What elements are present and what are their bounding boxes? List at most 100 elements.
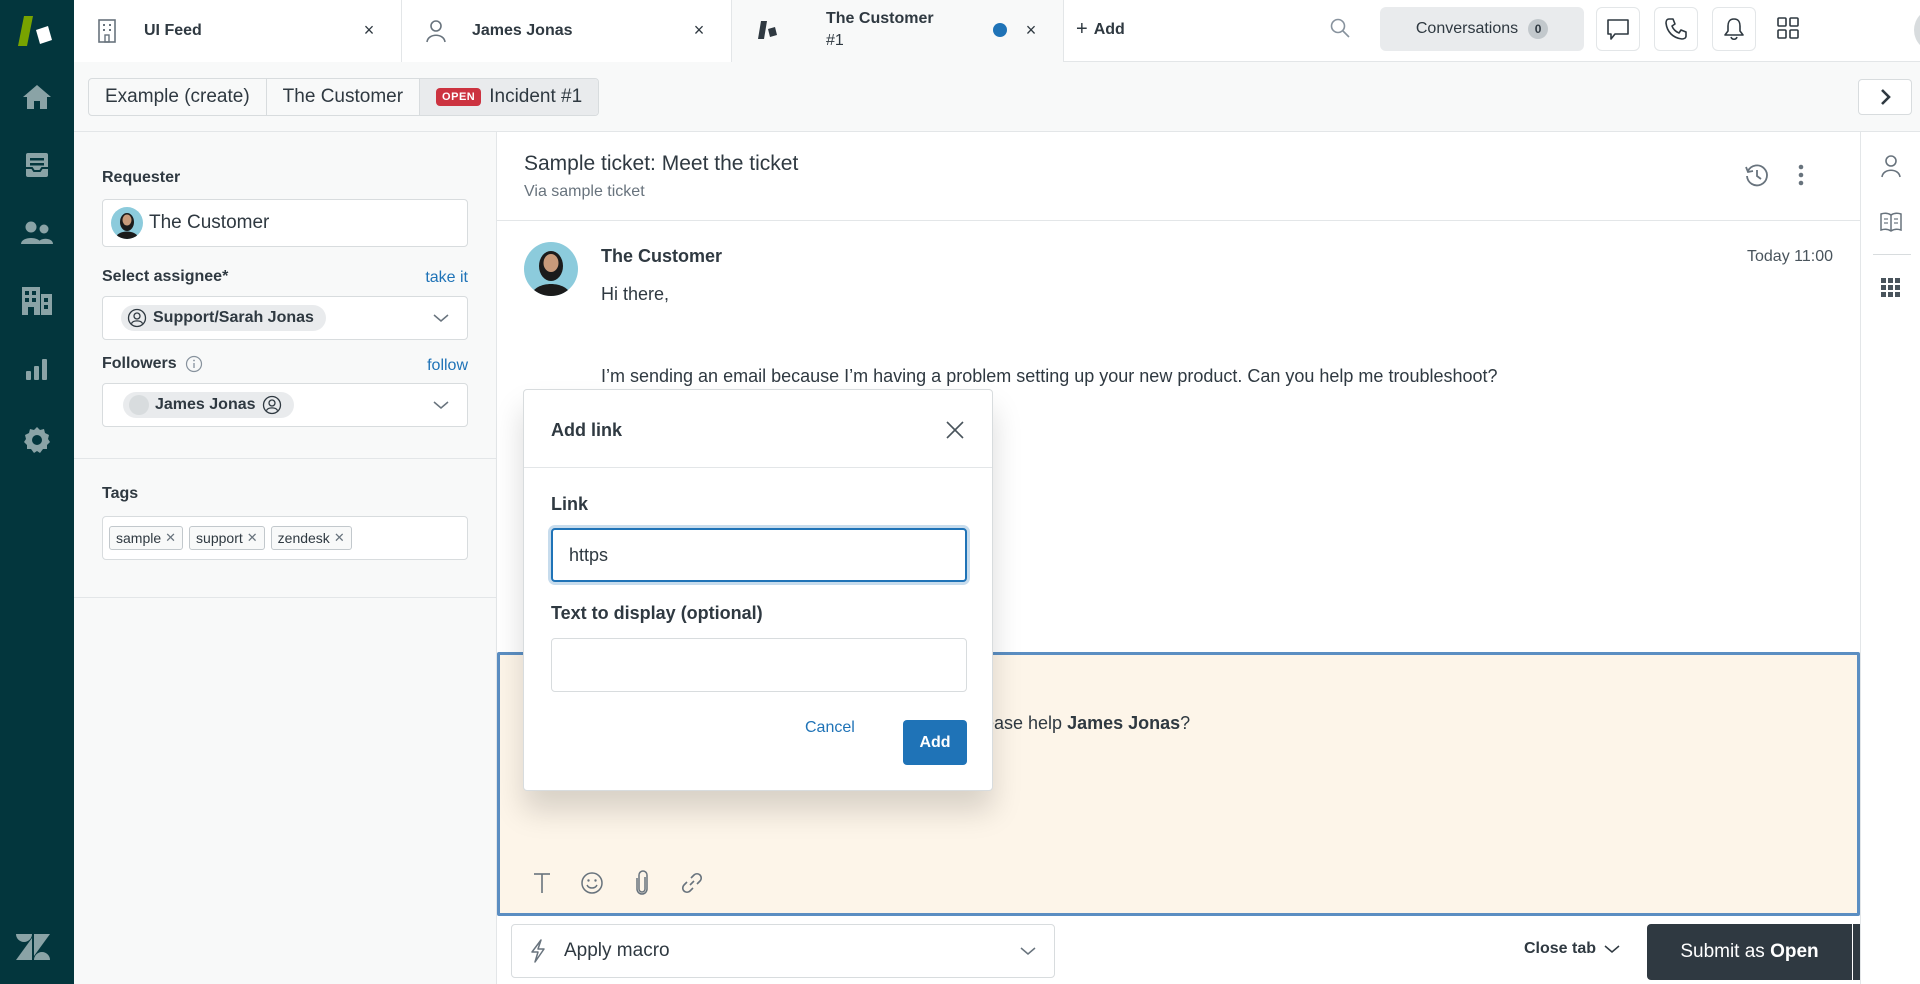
knowledge-button[interactable] [1861,202,1920,242]
chevron-down-icon [433,400,449,410]
history-icon[interactable] [1744,163,1770,189]
close-tab-icon[interactable]: × [689,20,709,40]
nav-home[interactable] [0,72,74,122]
chevron-down-icon [433,313,449,323]
follow-link[interactable]: follow [427,357,468,375]
tag-item: sample ✕ [109,526,184,550]
link-input[interactable] [551,528,967,582]
tab-label: James Jonas [472,22,573,39]
assignee-value: Support/Sarah Jonas [153,309,314,326]
chevron-down-icon [1020,946,1036,956]
next-button[interactable] [1858,79,1912,115]
tab-james-jonas[interactable]: James Jonas × [402,0,732,62]
breadcrumb-item-organization[interactable]: Example (create) [89,79,267,115]
message-author-avatar[interactable] [524,242,578,296]
chat-button[interactable] [1596,7,1640,51]
views-icon [24,151,50,179]
info-icon[interactable] [185,355,203,373]
display-text-label: Text to display (optional) [551,603,763,623]
nav-reporting[interactable] [0,344,74,394]
apps-grid-icon[interactable] [1776,16,1800,40]
add-link-modal: Add link Link Text to display (optional)… [523,389,993,791]
requester-avatar [111,207,143,239]
ticket-footer: Apply macro Close tab Submit as Open [497,916,1905,984]
display-text-input[interactable] [551,638,967,692]
followers-label-text: Followers [102,355,177,372]
close-tab-dropdown[interactable]: Close tab [1524,940,1620,958]
tag-label: zendesk [277,530,330,546]
breadcrumb-item-ticket[interactable]: OPEN Incident #1 [420,79,599,115]
remove-tag-icon[interactable]: ✕ [165,530,176,546]
add-label: Add [1093,20,1125,38]
modal-title: Add link [551,420,622,440]
follower-name: James Jonas [155,396,256,413]
bell-icon [1722,17,1746,41]
tab-ui-feed[interactable]: UI Feed × [74,0,402,62]
breadcrumb-ticket-label: Incident #1 [489,86,583,107]
apps-grid-icon [1881,278,1901,298]
assignee-label: Select assignee* [102,268,229,285]
nav-views[interactable] [0,140,74,190]
conversations-button[interactable]: Conversations 0 [1380,7,1584,51]
section-divider [74,597,497,598]
requester-field[interactable]: The Customer [102,199,468,247]
status-badge: OPEN [436,88,482,106]
tab-the-customer[interactable]: The Customer #1 × [732,0,1064,62]
tags-label: Tags [102,485,139,502]
phone-button[interactable] [1654,7,1698,51]
close-tab-icon[interactable]: × [359,20,379,40]
ticket-title[interactable]: Sample ticket: Meet the ticket [524,152,798,176]
product-logo-icon[interactable] [14,12,60,48]
nav-admin[interactable] [0,415,74,465]
search-icon[interactable] [1329,17,1351,39]
more-options-icon[interactable] [1797,163,1805,187]
add-link-button[interactable]: Add [903,720,967,765]
close-tab-label: Close tab [1524,940,1597,957]
conversations-count-badge: 0 [1528,19,1549,39]
followers-select[interactable]: James Jonas [102,383,468,427]
chevron-down-icon [1604,944,1620,954]
message-greeting: Hi there, [601,284,670,304]
ticket-header: Sample ticket: Meet the ticket Via sampl… [497,132,1860,221]
message-author[interactable]: The Customer [601,246,722,267]
user-circle-icon [127,308,147,328]
link-icon[interactable] [678,869,706,897]
nav-organizations[interactable] [0,276,74,326]
zendesk-logo-icon [14,932,52,962]
section-divider [74,458,497,459]
cancel-button[interactable]: Cancel [805,719,855,737]
remove-tag-icon[interactable]: ✕ [334,530,345,546]
message-timestamp: Today 11:00 [1747,248,1833,265]
phone-icon [1664,17,1688,41]
link-label: Link [551,494,589,514]
apps-panel-button[interactable] [1861,268,1920,308]
close-tab-icon[interactable]: × [1021,20,1041,40]
context-panel-rail [1860,132,1920,984]
tag-item: zendesk ✕ [270,526,352,550]
remove-tag-icon[interactable]: ✕ [247,530,258,546]
breadcrumb: Example (create) The Customer OPEN Incid… [88,78,600,116]
submit-button[interactable]: Submit as Open [1647,924,1852,980]
chat-icon [1606,17,1630,41]
breadcrumb-item-requester[interactable]: The Customer [267,79,421,115]
top-bar: UI Feed × James Jonas × The Customer #1 … [74,0,1920,62]
nav-customers[interactable] [0,208,74,258]
add-tab-button[interactable]: + Add [1076,18,1125,41]
customer-context-button[interactable] [1861,146,1920,186]
composer-text-prefix: lease help [980,713,1068,733]
notifications-button[interactable] [1712,7,1756,51]
text-format-icon[interactable] [528,869,556,897]
attachment-icon[interactable] [628,869,656,897]
tags-input[interactable]: sample ✕ support ✕ zendesk ✕ [102,516,468,560]
close-icon[interactable] [946,421,964,439]
conversations-label: Conversations [1415,20,1519,37]
assignee-select[interactable]: Support/Sarah Jonas [102,296,468,340]
user-avatar[interactable] [1914,8,1920,52]
take-it-link[interactable]: take it [425,269,468,287]
composer-toolbar [528,869,706,897]
apply-macro-select[interactable]: Apply macro [511,924,1055,978]
submit-status: Open [1770,941,1819,962]
message-body: I’m sending an email because I’m having … [601,366,1498,386]
ticket-properties-panel: Requester The Customer Select assignee* … [74,132,497,984]
emoji-icon[interactable] [578,869,606,897]
